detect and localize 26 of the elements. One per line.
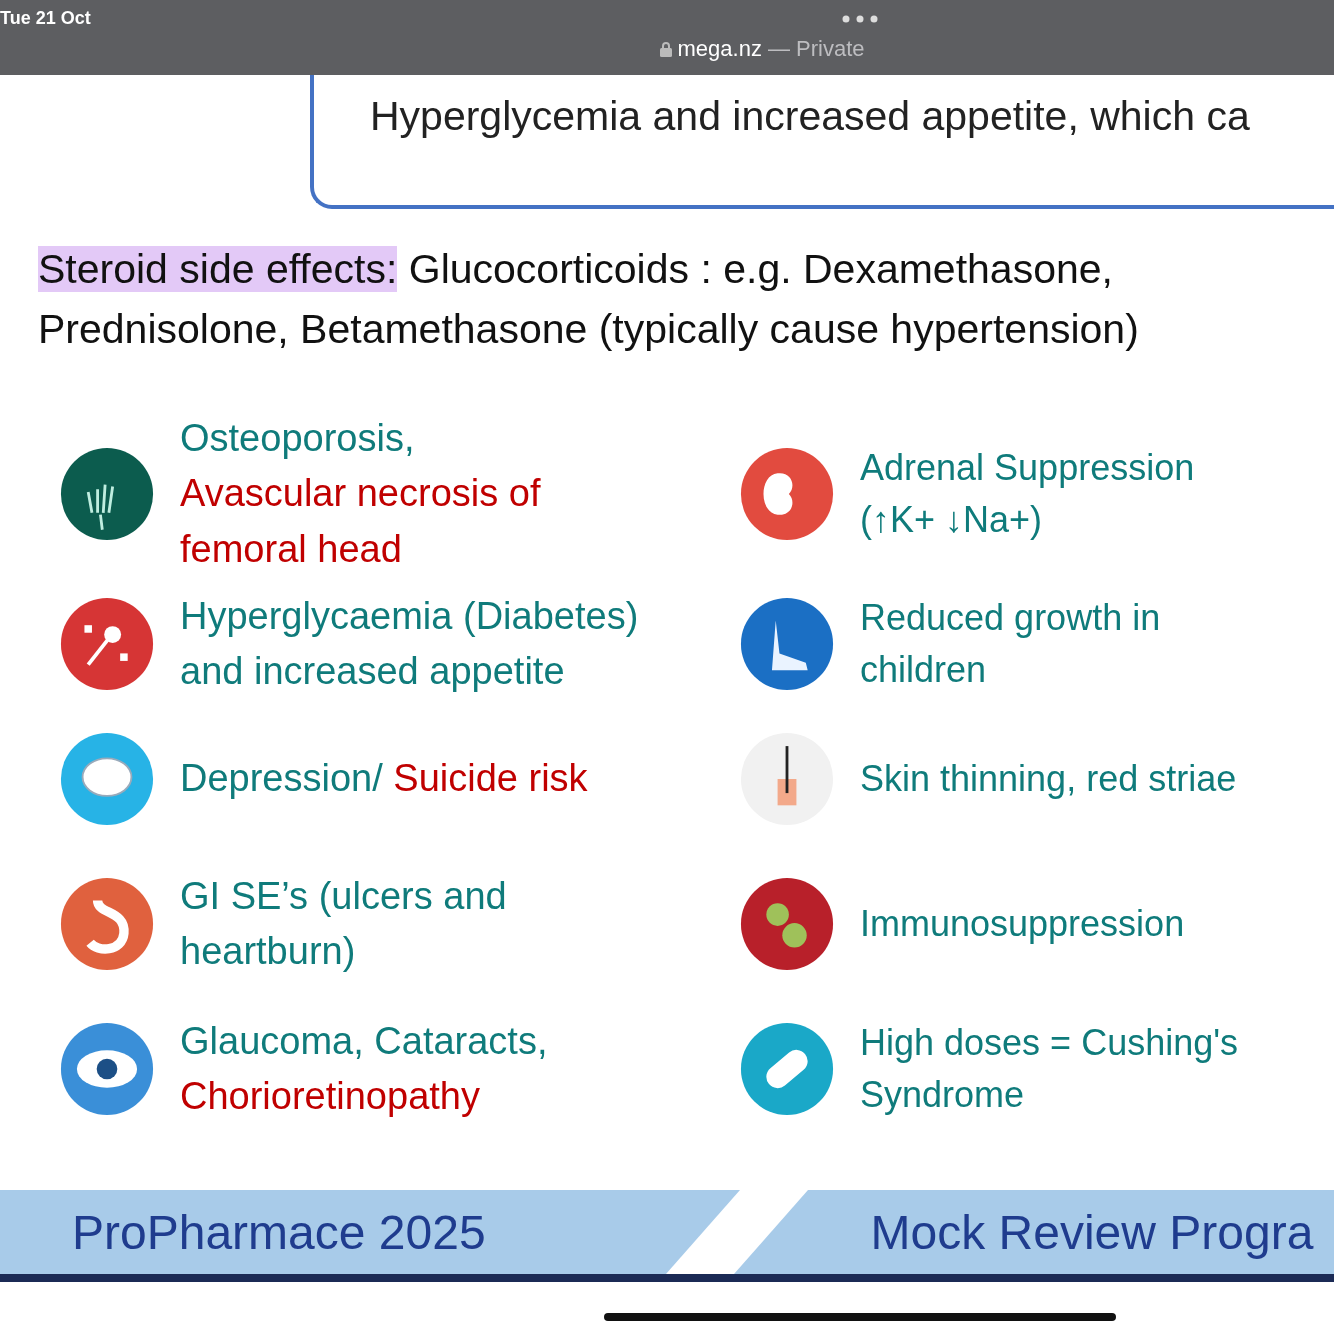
footer-text: ProPharmace 2025	[72, 1204, 486, 1260]
side-effect-text: Hyperglycaemia (Diabetes) and increased appetite	[180, 593, 639, 694]
side-effect-text: High doses = Cushing's Syndrome	[860, 1020, 1239, 1117]
virus-icon	[740, 877, 834, 971]
stomach-icon	[60, 877, 154, 971]
heading-text: Prednisolone, Betamethasone (typically cause hypertension)	[38, 305, 1140, 354]
more-icon	[842, 15, 878, 23]
side-effect-text: Depression/ Suicide risk	[180, 756, 588, 802]
lock-icon	[659, 41, 672, 57]
side-effect-text: Osteoporosis, Avascular necrosis of femoral head	[180, 416, 541, 572]
address-text[interactable]: mega.nz	[677, 36, 762, 62]
side-effect-text: Reduced growth in children	[860, 595, 1161, 692]
heading-text: Steroid side effects: Glucocorticoids : e.g. Dexamethasone,	[38, 245, 1114, 294]
side-effect-text: Glaucoma, Cataracts, Chorioretinopathy	[180, 1018, 548, 1119]
side-effect-text: Skin thinning, red striae	[860, 756, 1237, 801]
kidney-icon	[740, 447, 834, 541]
status-date: Tue 21 Oct	[0, 8, 91, 29]
pill-icon	[740, 1022, 834, 1116]
footer-text: Mock Review Progra	[870, 1204, 1314, 1260]
side-effect-text: GI SE’s (ulcers and heartburn)	[180, 873, 507, 974]
callout-text: Hyperglycemia and increased appetite, which ca	[370, 93, 1250, 139]
skin-icon	[740, 732, 834, 826]
private-label: — Private	[767, 36, 865, 62]
side-effect-text: Immunosuppression	[860, 901, 1185, 946]
side-effect-text: Adrenal Suppression (↑K+ ↓Na+)	[860, 445, 1195, 542]
eye-icon	[60, 1022, 154, 1116]
